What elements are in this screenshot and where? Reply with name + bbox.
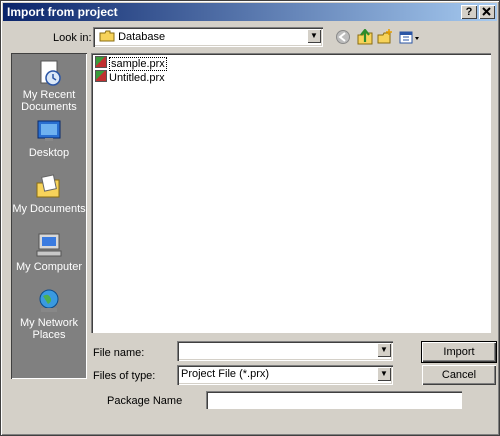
- folder-icon: [99, 30, 115, 42]
- place-my-recent-documents[interactable]: My Recent Documents: [11, 59, 87, 113]
- my-documents-icon: [35, 173, 63, 201]
- new-folder-icon: [377, 29, 392, 44]
- place-label-line1: Desktop: [28, 147, 70, 159]
- project-file-icon: [95, 70, 107, 82]
- file-list[interactable]: sample.prx Untitled.prx: [91, 53, 491, 333]
- place-my-network-places[interactable]: My Network Places: [11, 287, 87, 341]
- file-name-label: File name:: [93, 347, 145, 359]
- look-in-value: Database: [118, 31, 166, 43]
- file-type-value: Project File (*.prx): [181, 368, 270, 380]
- place-desktop[interactable]: Desktop: [11, 117, 87, 159]
- project-file-icon: [95, 56, 107, 68]
- places-bar: My Recent Documents Desktop My Documents…: [11, 53, 87, 379]
- new-folder-button[interactable]: [377, 29, 393, 45]
- file-type-label: Files of type:: [93, 370, 156, 382]
- desktop-icon: [35, 117, 63, 145]
- close-button[interactable]: [479, 5, 495, 19]
- package-name-input[interactable]: [206, 391, 462, 409]
- file-type-select[interactable]: Project File (*.prx) ▼: [177, 365, 393, 385]
- up-folder-button[interactable]: [357, 28, 373, 45]
- place-my-computer[interactable]: My Computer: [11, 231, 87, 273]
- place-label-line1: My Computer: [15, 261, 83, 273]
- close-icon: [482, 7, 491, 16]
- back-button[interactable]: [335, 29, 351, 45]
- import-dialog: Import from project ? Look in: Database …: [0, 0, 500, 436]
- package-name-label: Package Name: [107, 395, 183, 407]
- chevron-down-icon[interactable]: ▼: [377, 343, 391, 357]
- file-item[interactable]: sample.prx: [95, 56, 167, 71]
- my-computer-icon: [35, 231, 63, 259]
- views-menu-icon: [399, 31, 419, 44]
- chevron-down-icon[interactable]: ▼: [307, 29, 321, 43]
- place-label-line1: My Recent: [22, 89, 76, 101]
- look-in-label: Look in:: [53, 32, 92, 44]
- up-folder-icon: [357, 28, 373, 45]
- dialog-title: Import from project: [7, 5, 118, 19]
- chevron-down-icon[interactable]: ▼: [377, 367, 391, 381]
- place-label-line2: Places: [32, 329, 66, 341]
- cancel-button[interactable]: Cancel: [422, 365, 496, 385]
- views-menu-button[interactable]: [399, 29, 421, 45]
- file-item[interactable]: Untitled.prx: [95, 70, 165, 84]
- look-in-select[interactable]: Database ▼: [93, 27, 323, 47]
- place-label-line1: My Documents: [12, 203, 86, 215]
- recent-documents-icon: [35, 59, 63, 87]
- title-bar[interactable]: Import from project ?: [3, 3, 497, 21]
- file-name: sample.prx: [109, 57, 167, 71]
- place-my-documents[interactable]: My Documents: [11, 173, 87, 215]
- place-label-line1: My Network: [19, 317, 79, 329]
- import-button[interactable]: Import: [421, 341, 497, 363]
- place-label-line2: Documents: [21, 101, 77, 113]
- file-name: Untitled.prx: [109, 72, 165, 84]
- back-icon: [336, 30, 350, 44]
- network-places-icon: [35, 287, 63, 315]
- file-name-field[interactable]: ▼: [177, 341, 393, 361]
- help-button[interactable]: ?: [461, 5, 477, 19]
